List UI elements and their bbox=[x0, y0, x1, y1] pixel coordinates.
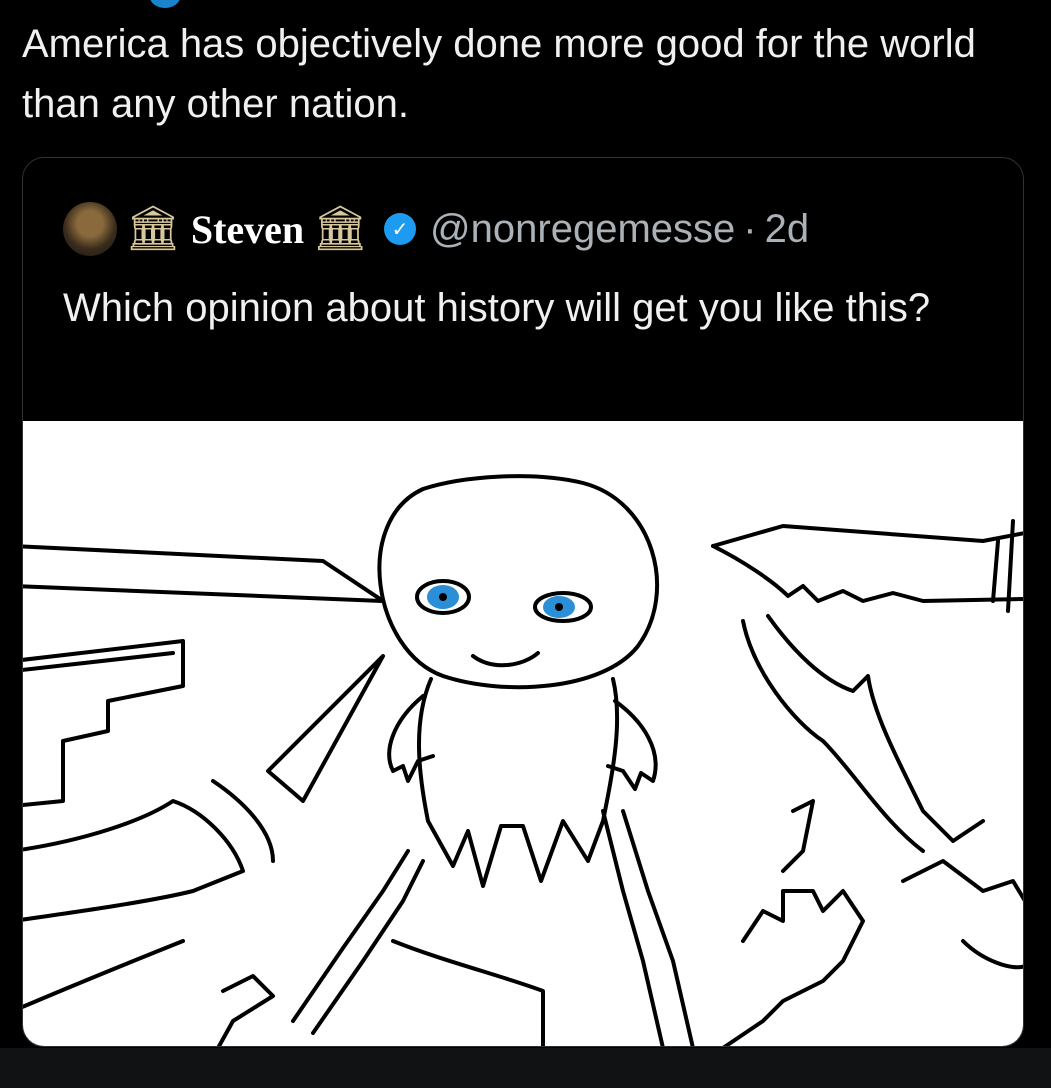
classical-building-icon: 🏛 bbox=[312, 203, 369, 254]
quoted-display-name[interactable]: Steven bbox=[191, 206, 304, 253]
separator-dot: · bbox=[743, 206, 757, 251]
weapons-drawing bbox=[23, 519, 1023, 1046]
author-avatar[interactable] bbox=[150, 0, 180, 8]
quoted-author-avatar[interactable] bbox=[63, 202, 117, 256]
classical-building-icon: 🏛 bbox=[125, 203, 181, 254]
quoted-tweet-header: 🏛 Steven 🏛 ✓ @nonregemesse · 2d bbox=[63, 198, 809, 260]
blob-character-drawing bbox=[377, 474, 660, 888]
quoted-tweet-card[interactable]: 🏛 Steven 🏛 ✓ @nonregemesse · 2d Which op… bbox=[22, 157, 1024, 1047]
quoted-tweet-text: Which opinion about history will get you… bbox=[63, 286, 931, 330]
verified-badge-icon: ✓ bbox=[384, 213, 417, 245]
quoted-handle[interactable]: @nonregemesse bbox=[430, 207, 735, 252]
bottom-navigation-bar bbox=[0, 1048, 1051, 1088]
quoted-timestamp[interactable]: 2d bbox=[765, 207, 810, 252]
quoted-tweet-image[interactable] bbox=[23, 421, 1023, 1046]
tweet-text: America has objectively done more good f… bbox=[22, 22, 976, 126]
